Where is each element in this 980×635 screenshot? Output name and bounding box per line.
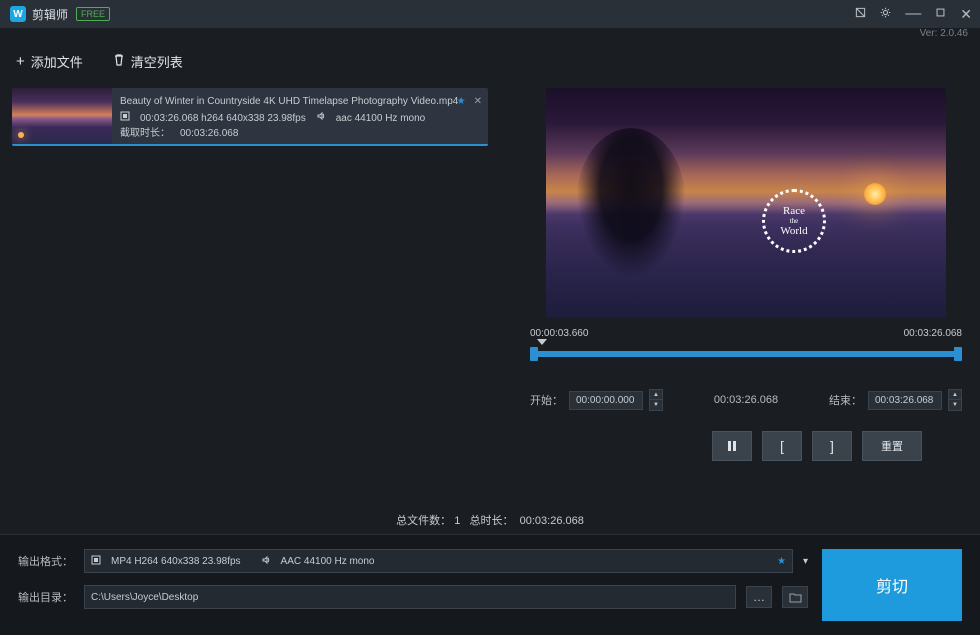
- playhead-icon[interactable]: [537, 339, 547, 345]
- maximize-icon[interactable]: [935, 7, 946, 21]
- file-list: Beauty of Winter in Countryside 4K UHD T…: [0, 76, 500, 506]
- file-thumbnail: [12, 88, 112, 144]
- open-folder-button[interactable]: [782, 586, 808, 608]
- start-time-input[interactable]: 00:00:00.000: [569, 391, 643, 410]
- audio-format-icon: [261, 555, 271, 568]
- start-time-label: 开始：: [530, 392, 563, 408]
- minimize-icon[interactable]: —: [905, 5, 921, 23]
- video-preview[interactable]: Race the World: [546, 88, 946, 318]
- format-star-icon[interactable]: ★: [777, 556, 786, 567]
- app-title: 剪辑师: [32, 6, 68, 23]
- trim-end-handle[interactable]: [954, 347, 962, 361]
- output-dir-input[interactable]: C:\Users\Joyce\Desktop: [84, 585, 736, 609]
- favorite-icon[interactable]: ★: [457, 94, 466, 109]
- titlebar: W 剪辑师 FREE — ✕: [0, 0, 980, 28]
- chevron-up-icon[interactable]: ▲: [949, 390, 961, 400]
- end-time-input[interactable]: 00:03:26.068: [868, 391, 942, 410]
- timeline-start-time: 00:00:03.660: [530, 328, 588, 339]
- audio-info: aac 44100 Hz mono: [336, 111, 426, 126]
- chevron-down-icon[interactable]: ▼: [949, 400, 961, 410]
- timeline-track[interactable]: [530, 351, 962, 357]
- chevron-down-icon[interactable]: ▾: [803, 556, 808, 567]
- free-badge: FREE: [76, 7, 110, 21]
- mark-in-button[interactable]: [: [762, 431, 802, 461]
- remove-file-icon[interactable]: ✕: [474, 94, 482, 109]
- trash-icon: [113, 53, 125, 69]
- video-format-value: MP4 H264 640x338 23.98fps: [111, 556, 241, 567]
- output-dir-label: 输出目录：: [18, 589, 74, 605]
- video-info: 00:03:26.068 h264 640x338 23.98fps: [140, 111, 306, 126]
- watermark: Race the World: [762, 189, 826, 253]
- chevron-up-icon[interactable]: ▲: [650, 390, 662, 400]
- output-panel: 输出格式： MP4 H264 640x338 23.98fps AAC 4410…: [0, 534, 980, 635]
- cut-button[interactable]: 剪切: [822, 549, 962, 621]
- app-logo: W: [10, 6, 26, 22]
- file-item[interactable]: Beauty of Winter in Countryside 4K UHD T…: [12, 88, 488, 146]
- settings-icon[interactable]: [880, 7, 891, 21]
- cut-duration-value: 00:03:26.068: [180, 126, 238, 141]
- version-label: Ver: 2.0.46: [0, 28, 980, 46]
- trim-start-handle[interactable]: [530, 347, 538, 361]
- clear-list-button[interactable]: 清空列表: [113, 52, 183, 71]
- audio-format-value: AAC 44100 Hz mono: [281, 556, 375, 567]
- end-time-label: 结束：: [829, 392, 862, 408]
- plus-icon: +: [16, 53, 25, 70]
- timeline[interactable]: [530, 343, 962, 367]
- pause-button[interactable]: [712, 431, 752, 461]
- video-meta-icon: [120, 111, 130, 126]
- current-time: 00:03:26.068: [714, 394, 778, 406]
- toolbar: + 添加文件 清空列表: [0, 46, 980, 76]
- output-format-label: 输出格式：: [18, 553, 74, 569]
- mark-out-button[interactable]: ]: [812, 431, 852, 461]
- status-bar: 总文件数： 1 总时长： 00:03:26.068: [0, 506, 980, 534]
- file-name: Beauty of Winter in Countryside 4K UHD T…: [120, 94, 480, 109]
- end-time-stepper[interactable]: ▲ ▼: [948, 389, 962, 411]
- edit-icon[interactable]: [855, 7, 866, 21]
- clear-list-label: 清空列表: [131, 52, 183, 71]
- browse-button[interactable]: …: [746, 586, 772, 608]
- preview-pane: Race the World 00:00:03.660 00:03:26.068…: [500, 76, 980, 506]
- start-time-stepper[interactable]: ▲ ▼: [649, 389, 663, 411]
- output-format-select[interactable]: MP4 H264 640x338 23.98fps AAC 44100 Hz m…: [84, 549, 793, 573]
- video-format-icon: [91, 555, 101, 568]
- close-icon[interactable]: ✕: [960, 6, 972, 23]
- audio-meta-icon: [316, 111, 326, 126]
- output-dir-value: C:\Users\Joyce\Desktop: [91, 592, 198, 603]
- reset-button[interactable]: 重置: [862, 431, 922, 461]
- add-file-button[interactable]: + 添加文件: [16, 52, 83, 71]
- chevron-down-icon[interactable]: ▼: [650, 400, 662, 410]
- cut-duration-label: 截取时长：: [120, 126, 170, 141]
- add-file-label: 添加文件: [31, 52, 83, 71]
- timeline-end-time: 00:03:26.068: [904, 328, 962, 339]
